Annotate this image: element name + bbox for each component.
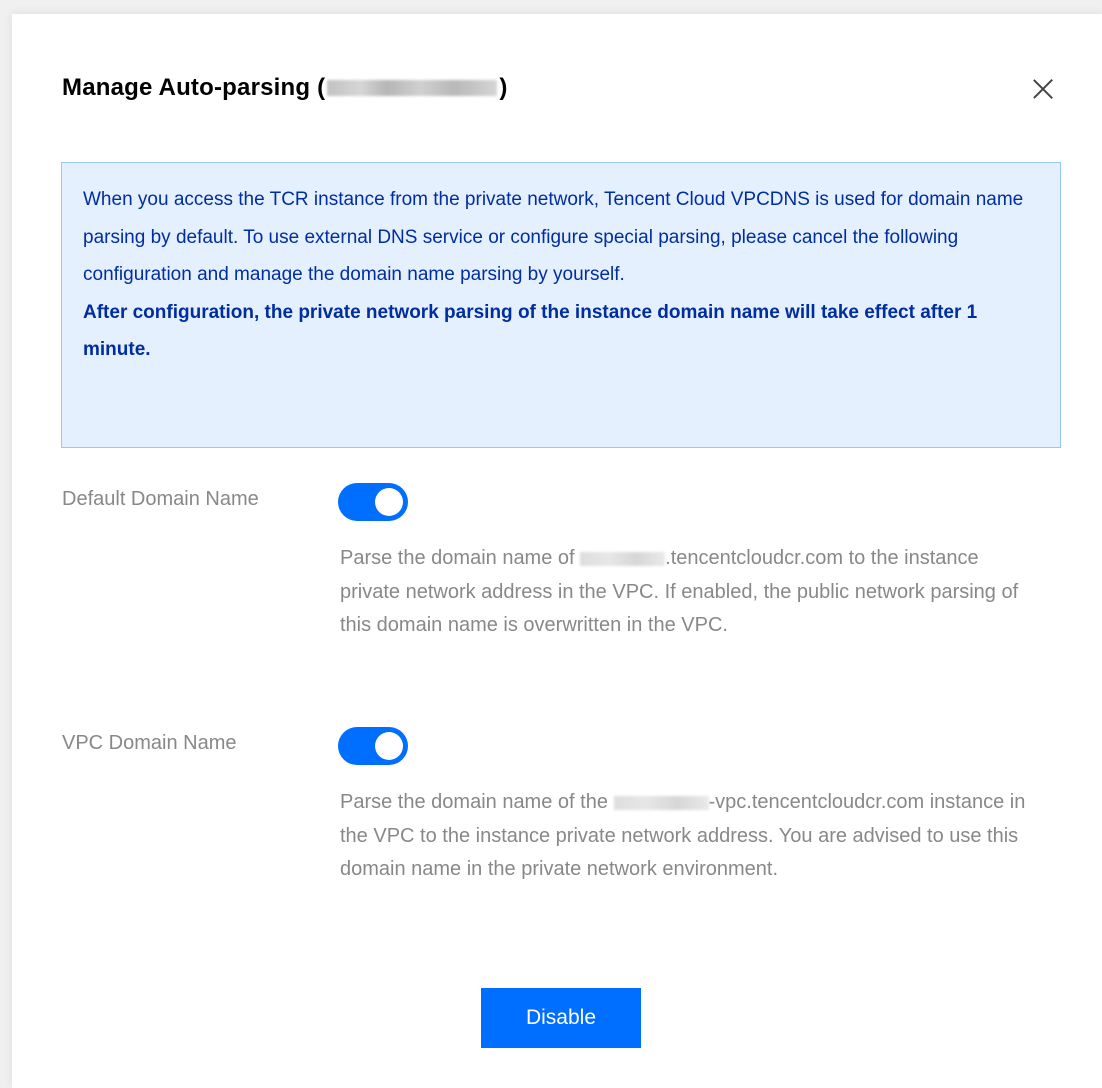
- notice-emphasis: After configuration, the private network…: [83, 301, 978, 361]
- dialog-title-suffix: ): [499, 74, 508, 101]
- description-text-before: Parse the domain name of the: [340, 791, 614, 813]
- toggle-knob: [375, 488, 403, 516]
- vpc-domain-name-label: VPC Domain Name: [62, 732, 237, 754]
- info-notice: When you access the TCR instance from th…: [61, 162, 1061, 448]
- vpc-domain-name-toggle[interactable]: [338, 727, 408, 765]
- disable-button[interactable]: Disable: [481, 988, 641, 1048]
- default-domain-name-description: Parse the domain name of .tencentcloudcr…: [340, 542, 1030, 643]
- manage-auto-parsing-dialog: Manage Auto-parsing ( ) When you access …: [12, 14, 1102, 1088]
- description-text-before: Parse the domain name of: [340, 547, 581, 569]
- default-domain-name-label: Default Domain Name: [62, 488, 259, 510]
- redacted-instance-name: [327, 80, 498, 96]
- default-domain-name-toggle[interactable]: [338, 483, 408, 521]
- dialog-title-prefix: Manage Auto-parsing (: [62, 74, 326, 101]
- toggle-knob: [375, 732, 403, 760]
- vpc-domain-name-description: Parse the domain name of the -vpc.tencen…: [340, 786, 1030, 887]
- redacted-instance-name: [613, 795, 709, 810]
- notice-text: When you access the TCR instance from th…: [83, 189, 1024, 285]
- redacted-domain-prefix: [580, 551, 666, 566]
- close-icon[interactable]: [1028, 74, 1058, 104]
- dialog-title: Manage Auto-parsing ( ): [62, 74, 508, 102]
